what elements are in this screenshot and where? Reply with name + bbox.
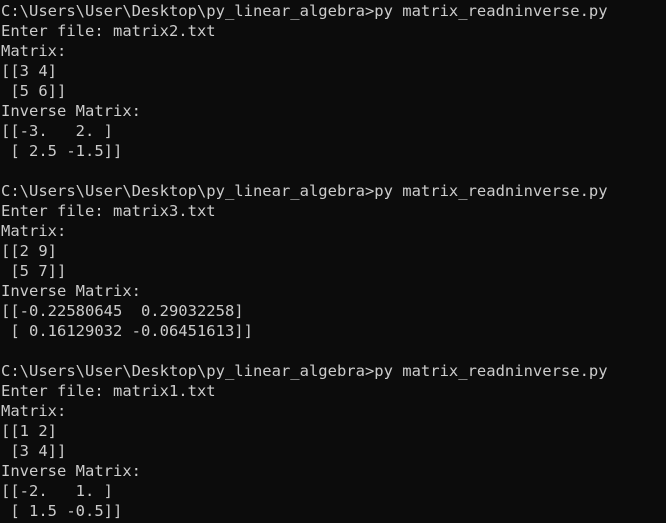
output-line: Enter file: matrix3.txt: [1, 202, 216, 220]
output-line: Inverse Matrix:: [1, 462, 141, 480]
output-line: [[-0.22580645 0.29032258]: [1, 302, 244, 320]
output-line: Inverse Matrix:: [1, 102, 141, 120]
prompt-line: C:\Users\User\Desktop\py_linear_algebra>…: [1, 2, 608, 20]
output-line: Enter file: matrix2.txt: [1, 22, 216, 40]
prompt-line: C:\Users\User\Desktop\py_linear_algebra>…: [1, 182, 608, 200]
output-line: [ 0.16129032 -0.06451613]]: [1, 322, 253, 340]
terminal-output: C:\Users\User\Desktop\py_linear_algebra>…: [1, 1, 608, 521]
output-line: [[-3. 2. ]: [1, 122, 113, 140]
output-line: [ 2.5 -1.5]]: [1, 142, 123, 160]
output-line: [ 1.5 -0.5]]: [1, 502, 123, 520]
output-line: [[-2. 1. ]: [1, 482, 113, 500]
output-line: Enter file: matrix1.txt: [1, 382, 216, 400]
output-line: Inverse Matrix:: [1, 282, 141, 300]
output-line: [3 4]]: [1, 442, 67, 460]
output-line: [[2 9]: [1, 242, 57, 260]
output-line: Matrix:: [1, 222, 67, 240]
terminal-window[interactable]: C:\Users\User\Desktop\py_linear_algebra>…: [0, 0, 666, 523]
output-line: Matrix:: [1, 42, 67, 60]
output-line: [5 6]]: [1, 82, 67, 100]
output-line: Matrix:: [1, 402, 67, 420]
prompt-line: C:\Users\User\Desktop\py_linear_algebra>…: [1, 362, 608, 380]
output-line: [[1 2]: [1, 422, 57, 440]
output-line: [[3 4]: [1, 62, 57, 80]
output-line: [5 7]]: [1, 262, 67, 280]
